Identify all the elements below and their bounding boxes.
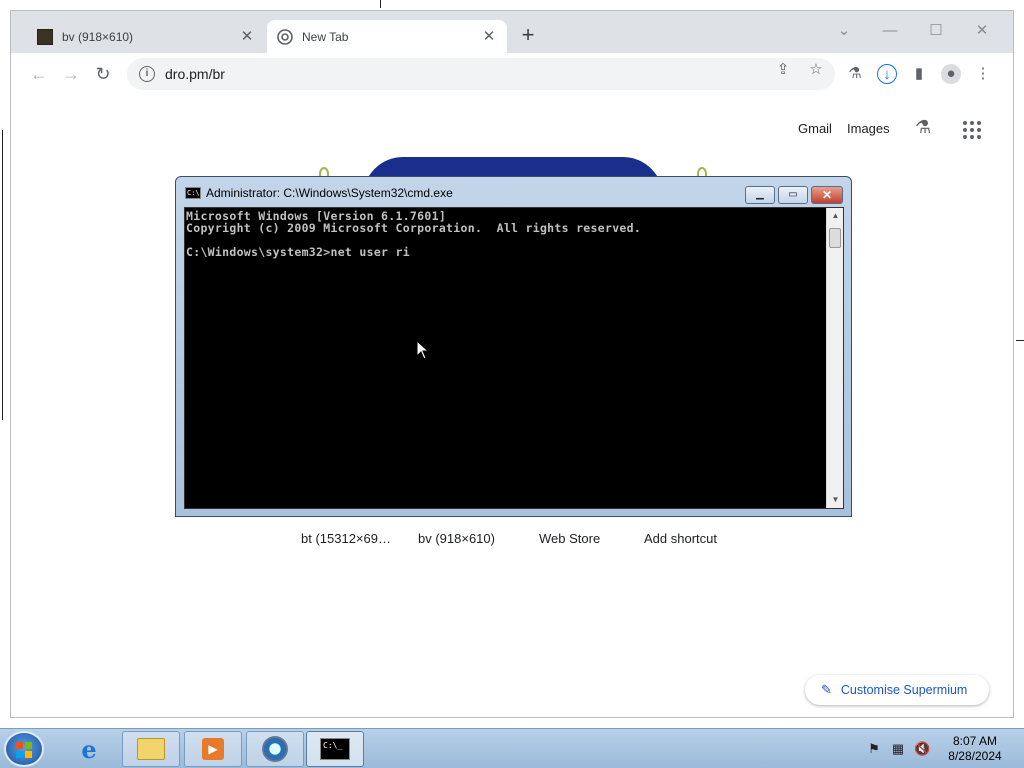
minimize-button[interactable]: —: [875, 19, 905, 43]
labs-flask-icon[interactable]: ⚗: [845, 64, 865, 84]
start-button[interactable]: [4, 731, 44, 767]
chromium-icon: [277, 28, 293, 45]
shortcut-web-store[interactable]: Web Store: [539, 531, 600, 546]
scroll-down-icon[interactable]: ▼: [827, 492, 844, 508]
taskbar-clock[interactable]: 8:07 AM 8/28/2024: [940, 734, 1010, 764]
tab-bv-image[interactable]: bv (918×610) ✕: [27, 20, 265, 53]
image-thumbnail-icon: [37, 28, 53, 45]
cmd-maximize-button[interactable]: ▭: [778, 186, 808, 204]
apps-grid-icon[interactable]: [963, 121, 981, 139]
address-text: dro.pm/br: [165, 66, 225, 82]
command-prompt-icon: C:\_: [320, 738, 350, 760]
media-player-icon: ▶: [202, 738, 224, 760]
side-panel-icon[interactable]: ▮: [909, 64, 929, 84]
menu-icon[interactable]: ⋮: [973, 64, 993, 84]
clock-date: 8/28/2024: [948, 749, 1002, 763]
back-button[interactable]: ←: [27, 62, 51, 86]
close-tab-icon[interactable]: ✕: [239, 28, 255, 45]
network-icon[interactable]: ▦: [890, 741, 906, 757]
cmd-app-icon: C:\: [185, 187, 201, 199]
console-prompt-line: C:\Windows\system32>net user ri: [186, 245, 410, 259]
scroll-up-icon[interactable]: ▲: [827, 208, 844, 224]
taskbar-browser[interactable]: [246, 731, 304, 767]
customise-label: Customise Supermium: [840, 683, 968, 697]
desktop-scribble: [2, 130, 3, 420]
profile-avatar-icon[interactable]: ●: [941, 64, 961, 84]
cmd-minimize-button[interactable]: ▁: [745, 186, 775, 204]
taskbar: e ▶ C:\_ ⚑ ▦ 🔇 8:07 AM 8/28/2024: [0, 728, 1024, 768]
pencil-icon: ✎: [821, 682, 832, 697]
tab-title: New Tab: [302, 29, 349, 44]
tab-strip: bv (918×610) ✕ New Tab ✕ + ⌄ — ☐ ✕: [11, 11, 1013, 53]
tab-new-tab[interactable]: New Tab ✕: [267, 20, 507, 53]
tab-search-icon[interactable]: ⌄: [829, 19, 859, 43]
cmd-close-button[interactable]: ✕: [811, 186, 843, 204]
console-line: Copyright (c) 2009 Microsoft Corporation…: [186, 221, 642, 235]
browser-icon: [262, 736, 288, 762]
images-link[interactable]: Images: [847, 121, 890, 136]
site-info-icon[interactable]: i: [139, 66, 155, 82]
taskbar-command-prompt[interactable]: C:\_: [306, 731, 364, 767]
shortcut-bt[interactable]: bt (15312×69…: [301, 531, 391, 546]
taskbar-file-explorer[interactable]: [122, 731, 180, 767]
browser-toolbar: ← → ↻ i dro.pm/br ⇪ ☆ ⚗ ↓ ▮ ● ⋮: [11, 53, 1013, 95]
volume-muted-icon[interactable]: 🔇: [914, 741, 930, 757]
address-bar[interactable]: i dro.pm/br: [127, 58, 835, 90]
scroll-thumb[interactable]: [829, 228, 841, 248]
windows-logo-icon: [16, 742, 32, 758]
internet-explorer-icon: e: [81, 734, 97, 764]
cmd-titlebar[interactable]: C:\ Administrator: C:\Windows\System32\c…: [176, 177, 851, 207]
shortcut-add[interactable]: Add shortcut: [644, 531, 717, 546]
labs-flask-icon[interactable]: ⚗: [915, 117, 931, 138]
new-tab-button[interactable]: +: [517, 24, 539, 47]
customise-button[interactable]: ✎ Customise Supermium: [805, 675, 989, 705]
cmd-window[interactable]: C:\ Administrator: C:\Windows\System32\c…: [175, 176, 852, 517]
reload-button[interactable]: ↻: [91, 62, 115, 86]
shortcut-bv[interactable]: bv (918×610): [418, 531, 495, 546]
cmd-console[interactable]: Microsoft Windows [Version 6.1.7601] Cop…: [184, 207, 844, 509]
close-window-button[interactable]: ✕: [967, 19, 997, 43]
gmail-link[interactable]: Gmail: [798, 121, 832, 136]
bookmark-star-icon[interactable]: ☆: [807, 61, 825, 79]
download-icon[interactable]: ↓: [877, 64, 897, 84]
cmd-title: Administrator: C:\Windows\System32\cmd.e…: [206, 186, 453, 200]
taskbar-internet-explorer[interactable]: e: [60, 731, 118, 767]
desktop-scribble: [1016, 340, 1024, 341]
mouse-cursor-icon: [416, 340, 430, 360]
forward-button[interactable]: →: [59, 62, 83, 86]
clock-time: 8:07 AM: [952, 734, 998, 748]
folder-icon: [137, 738, 165, 760]
close-tab-icon[interactable]: ✕: [481, 28, 497, 45]
share-icon[interactable]: ⇪: [774, 61, 792, 79]
desktop-scribble: [380, 0, 381, 8]
tab-title: bv (918×610): [62, 29, 134, 44]
maximize-button[interactable]: ☐: [921, 19, 951, 43]
action-center-flag-icon[interactable]: ⚑: [866, 741, 882, 757]
taskbar-media-player[interactable]: ▶: [184, 731, 242, 767]
cmd-scrollbar[interactable]: ▲ ▼: [826, 208, 843, 508]
